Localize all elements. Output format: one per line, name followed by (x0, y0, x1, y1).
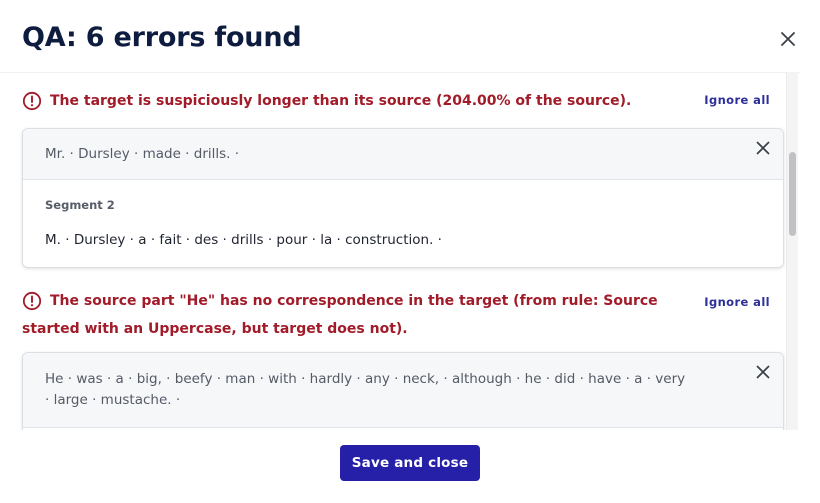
dialog-title: QA: 6 errors found (22, 22, 302, 53)
ignore-all-button[interactable]: Ignore all (704, 295, 770, 309)
save-and-close-button[interactable]: Save and close (340, 445, 480, 481)
dismiss-error-button[interactable] (753, 362, 773, 382)
errors-list[interactable]: The target is suspiciously longer than i… (0, 72, 800, 430)
error-item: The target is suspiciously longer than i… (22, 87, 782, 115)
alert-circle-icon (22, 91, 42, 111)
close-icon (756, 365, 770, 379)
segment-card: He · was · a · big, · beefy · man · with… (22, 352, 784, 430)
segment-card: Mr. · Dursley · made · drills. · Segment… (22, 128, 784, 268)
error-message: The source part "He" has no corresponden… (22, 293, 658, 337)
dismiss-error-button[interactable] (753, 138, 773, 158)
segment-target: Segment 2 M. · Dursley · a · fait · des … (23, 180, 783, 248)
close-icon (756, 141, 770, 155)
source-text: Mr. · Dursley · made · drills. · (45, 146, 240, 162)
scrollbar-thumb[interactable] (789, 152, 796, 236)
dialog-footer: Save and close (0, 430, 820, 503)
qa-dialog: QA: 6 errors found The target is suspici… (0, 0, 820, 503)
close-dialog-button[interactable] (776, 27, 800, 51)
dialog-header: QA: 6 errors found (0, 0, 820, 72)
segment-label: Segment 2 (45, 198, 115, 212)
segment-source: Mr. · Dursley · made · drills. · (23, 129, 783, 180)
target-text[interactable]: M. · Dursley · a · fait · des · drills ·… (45, 212, 761, 248)
segment-source: He · was · a · big, · beefy · man · with… (23, 353, 783, 428)
scrollbar[interactable] (786, 72, 798, 430)
source-text: He · was · a · big, · beefy · man · with… (45, 371, 686, 408)
error-item: The source part "He" has no corresponden… (22, 287, 782, 343)
ignore-all-button[interactable]: Ignore all (704, 93, 770, 107)
error-message: The target is suspiciously longer than i… (50, 93, 632, 109)
close-icon (781, 32, 795, 46)
